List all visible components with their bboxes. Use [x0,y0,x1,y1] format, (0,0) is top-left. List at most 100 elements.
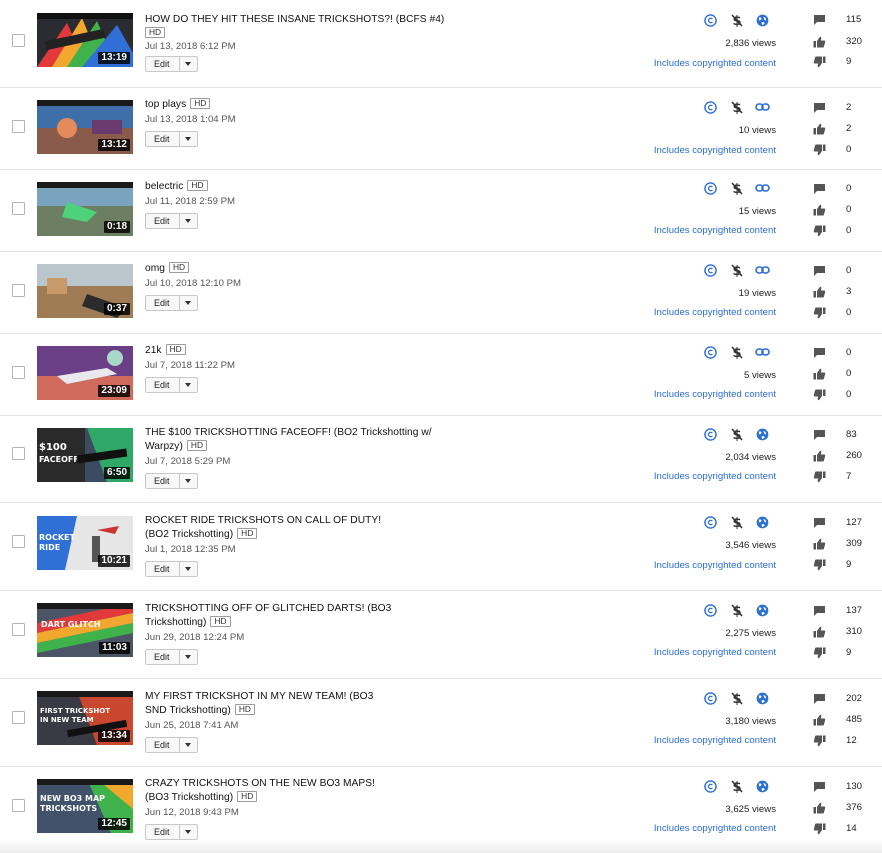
video-thumbnail[interactable]: DART GLITCH 11:03 [37,603,133,657]
copyright-icon[interactable] [703,691,718,705]
no-monetization-icon[interactable]: $ [729,691,744,705]
globe-icon[interactable] [755,779,770,793]
video-title[interactable]: 21k HD [145,344,445,358]
link-icon[interactable] [755,181,770,195]
edit-button[interactable]: Edit [146,738,180,752]
video-title[interactable]: HOW DO THEY HIT THESE INSANE TRICKSHOTS?… [145,13,445,27]
comment-icon [812,780,827,794]
edit-dropdown-icon[interactable] [180,738,197,752]
edit-button[interactable]: Edit [146,378,180,392]
select-checkbox[interactable] [12,120,25,133]
select-checkbox[interactable] [12,202,25,215]
no-monetization-icon[interactable]: $ [729,345,744,359]
video-thumbnail[interactable]: 23:09 [37,346,133,400]
copyright-link[interactable]: Includes copyrighted content [654,647,776,658]
edit-button[interactable]: Edit [146,562,180,576]
video-title[interactable]: CRAZY TRICKSHOTS ON THE NEW BO3 MAPS! (B… [145,777,395,805]
edit-button[interactable]: Edit [146,214,180,228]
edit-button[interactable]: Edit [146,296,180,310]
copyright-link[interactable]: Includes copyrighted content [654,560,776,571]
edit-dropdown-icon[interactable] [180,474,197,488]
video-title[interactable]: TRICKSHOTTING OFF OF GLITCHED DARTS! (BO… [145,602,395,630]
video-thumbnail[interactable]: 0:18 [37,182,133,236]
copyright-link[interactable]: Includes copyrighted content [654,389,776,400]
copyright-icon[interactable] [703,263,718,277]
video-thumbnail[interactable]: 13:19 [37,13,133,67]
edit-button[interactable]: Edit [146,132,180,146]
copyright-icon[interactable] [703,13,718,27]
globe-icon[interactable] [755,427,770,441]
video-row: 0:18 belectric HD Jul 11, 2018 2:59 PM Ed… [0,170,882,252]
globe-icon[interactable] [755,515,770,529]
edit-dropdown-icon[interactable] [180,214,197,228]
globe-icon[interactable] [755,603,770,617]
duration-badge: 23:09 [98,385,130,397]
hd-badge: HD [210,616,231,627]
copyright-link[interactable]: Includes copyrighted content [654,145,776,156]
upload-date: Jun 12, 2018 9:43 PM [145,807,239,818]
edit-button[interactable]: Edit [146,650,180,664]
copyright-icon[interactable] [703,779,718,793]
no-monetization-icon[interactable]: $ [729,13,744,27]
copyright-link[interactable]: Includes copyrighted content [654,823,776,834]
video-title[interactable]: omg HD [145,262,445,276]
no-monetization-icon[interactable]: $ [729,263,744,277]
no-monetization-icon[interactable]: $ [729,100,744,114]
no-monetization-icon[interactable]: $ [729,515,744,529]
video-thumbnail[interactable]: $100 FACEOFF 6:50 [37,428,133,482]
edit-button[interactable]: Edit [146,825,180,839]
select-checkbox[interactable] [12,447,25,460]
edit-dropdown-icon[interactable] [180,132,197,146]
select-checkbox[interactable] [12,284,25,297]
edit-dropdown-icon[interactable] [180,825,197,839]
video-title[interactable]: THE $100 TRICKSHOTTING FACEOFF! (BO2 Tri… [145,426,440,454]
video-thumbnail[interactable]: ROCKET RIDE 10:21 [37,516,133,570]
no-monetization-icon[interactable]: $ [729,779,744,793]
like-icon [812,625,827,639]
copyright-icon[interactable] [703,427,718,441]
no-monetization-icon[interactable]: $ [729,427,744,441]
copyright-link[interactable]: Includes copyrighted content [654,307,776,318]
no-monetization-icon[interactable]: $ [729,603,744,617]
no-monetization-icon[interactable]: $ [729,181,744,195]
video-thumbnail[interactable]: 13:12 [37,100,133,154]
edit-button[interactable]: Edit [146,474,180,488]
globe-icon[interactable] [755,13,770,27]
edit-dropdown-icon[interactable] [180,378,197,392]
video-title[interactable]: top plays HD [145,98,445,112]
edit-dropdown-icon[interactable] [180,57,197,71]
select-checkbox[interactable] [12,34,25,47]
select-checkbox[interactable] [12,623,25,636]
copyright-link[interactable]: Includes copyrighted content [654,735,776,746]
video-thumbnail[interactable]: FIRST TRICKSHOT IN NEW TEAM 13:34 [37,691,133,745]
dislike-count: 0 [846,307,852,318]
copyright-icon[interactable] [703,603,718,617]
copyright-link[interactable]: Includes copyrighted content [654,225,776,236]
select-checkbox[interactable] [12,711,25,724]
link-icon[interactable] [755,263,770,277]
video-thumbnail[interactable]: NEW BO3 MAP TRICKSHOTS 12:45 [37,779,133,833]
edit-dropdown-icon[interactable] [180,296,197,310]
copyright-icon[interactable] [703,100,718,114]
video-title[interactable]: belectric HD [145,180,445,194]
select-checkbox[interactable] [12,799,25,812]
video-thumbnail[interactable]: 0:37 [37,264,133,318]
copyright-link[interactable]: Includes copyrighted content [654,58,776,69]
edit-dropdown-icon[interactable] [180,650,197,664]
like-icon [812,449,827,463]
copyright-icon[interactable] [703,515,718,529]
video-title[interactable]: ROCKET RIDE TRICKSHOTS ON CALL OF DUTY! … [145,514,405,542]
edit-dropdown-icon[interactable] [180,562,197,576]
video-title[interactable]: MY FIRST TRICKSHOT IN MY NEW TEAM! (BO3 … [145,690,395,718]
copyright-icon[interactable] [703,181,718,195]
select-checkbox[interactable] [12,535,25,548]
copyright-link[interactable]: Includes copyrighted content [654,471,776,482]
copyright-icon[interactable] [703,345,718,359]
link-icon[interactable] [755,100,770,114]
svg-text:FACEOFF: FACEOFF [39,455,79,464]
edit-button[interactable]: Edit [146,57,180,71]
duration-badge: 11:03 [98,642,130,654]
select-checkbox[interactable] [12,366,25,379]
link-icon[interactable] [755,345,770,359]
globe-icon[interactable] [755,691,770,705]
